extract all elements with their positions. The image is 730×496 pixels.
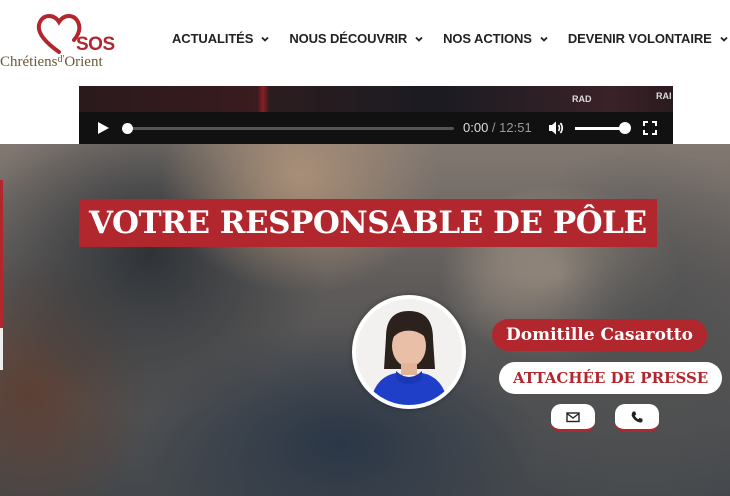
video-time: 0:00 / 12:51 xyxy=(463,120,532,135)
nav-item-label: NOS ACTIONS xyxy=(443,31,532,46)
video-controls: 0:00 / 12:51 xyxy=(79,112,673,144)
logo-name-text: Chrétiensd'Orient xyxy=(0,54,103,71)
video-duration: / 12:51 xyxy=(488,120,532,135)
chevron-down-icon xyxy=(261,36,269,42)
nav-item-label: ACTUALITÉS xyxy=(172,31,254,46)
chevron-down-icon xyxy=(540,36,548,42)
email-contact-button[interactable] xyxy=(551,404,595,432)
avatar xyxy=(352,295,466,409)
play-icon[interactable] xyxy=(96,121,110,135)
logo-name-main: Chrétiens xyxy=(0,54,58,70)
video-progress-knob[interactable] xyxy=(122,123,133,134)
person-role-badge: ATTACHÉE DE PRESSE xyxy=(499,362,723,394)
video-player[interactable]: RAD RAI 0:00 / 12:51 xyxy=(79,86,673,144)
nav-item-label: DEVENIR VOLONTAIRE xyxy=(567,31,712,46)
person-name: Domitille Casarotto xyxy=(506,325,693,345)
volume-slider[interactable] xyxy=(575,127,625,130)
side-tab-light[interactable] xyxy=(0,328,3,370)
video-frame[interactable]: RAD RAI xyxy=(79,86,673,112)
volume-icon[interactable] xyxy=(548,120,565,136)
person-photo xyxy=(356,299,462,405)
nav-item-nous-decouvrir[interactable]: NOUS DÉCOUVRIR xyxy=(289,31,424,46)
video-frame-text: RAD xyxy=(572,94,592,104)
nav-item-actualites[interactable]: ACTUALITÉS xyxy=(172,31,270,46)
chevron-down-icon xyxy=(720,36,728,42)
hero-title: VOTRE RESPONSABLE DE PÔLE xyxy=(79,199,657,247)
site-header: SOS Chrétiensd'Orient ACTUALITÉS NOUS DÉ… xyxy=(0,0,730,86)
nav-item-label: NOUS DÉCOUVRIR xyxy=(289,31,408,46)
side-tab-accent[interactable] xyxy=(0,180,3,340)
hero-title-text: VOTRE RESPONSABLE DE PÔLE xyxy=(89,205,647,241)
video-frame-text: RAI xyxy=(656,91,672,101)
nav-item-devenir-volontaire[interactable]: DEVENIR VOLONTAIRE xyxy=(568,31,729,46)
mail-icon xyxy=(566,411,580,422)
volume-knob[interactable] xyxy=(619,122,631,134)
main-nav: ACTUALITÉS NOUS DÉCOUVRIR NOS ACTIONS DE… xyxy=(172,31,730,46)
person-name-badge: Domitille Casarotto xyxy=(492,319,707,351)
video-time-separator: / xyxy=(488,120,500,135)
video-duration-value: 12:51 xyxy=(499,120,532,135)
video-current-time: 0:00 xyxy=(463,120,489,135)
fullscreen-icon[interactable] xyxy=(643,121,657,135)
logo-name-end: Orient xyxy=(64,54,103,70)
site-logo[interactable]: SOS Chrétiensd'Orient xyxy=(0,12,140,72)
hero-section: VOTRE RESPONSABLE DE PÔLE Domitille Casa… xyxy=(0,144,730,496)
video-progress-bar[interactable] xyxy=(122,123,454,134)
chevron-down-icon xyxy=(415,36,423,42)
phone-contact-button[interactable] xyxy=(615,404,659,432)
phone-icon xyxy=(631,411,643,423)
logo-sos-text: SOS xyxy=(76,34,115,55)
person-role: ATTACHÉE DE PRESSE xyxy=(513,369,709,387)
nav-item-nos-actions[interactable]: NOS ACTIONS xyxy=(443,31,549,46)
